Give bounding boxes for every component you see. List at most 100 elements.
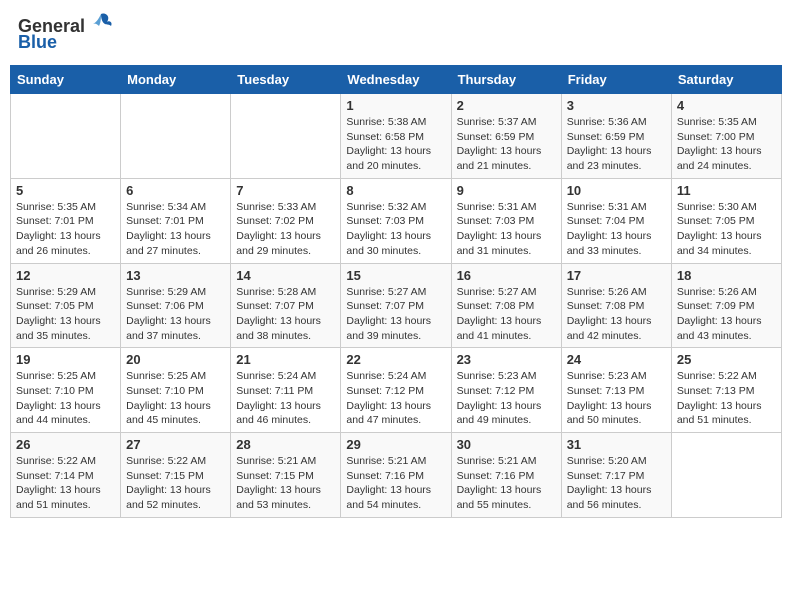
day-info: Sunrise: 5:24 AM Sunset: 7:11 PM Dayligh… (236, 369, 335, 428)
day-info: Sunrise: 5:21 AM Sunset: 7:15 PM Dayligh… (236, 454, 335, 513)
day-info: Sunrise: 5:35 AM Sunset: 7:00 PM Dayligh… (677, 115, 776, 174)
day-number: 21 (236, 352, 335, 367)
day-number: 25 (677, 352, 776, 367)
day-number: 19 (16, 352, 115, 367)
calendar-week-row: 19 Sunrise: 5:25 AM Sunset: 7:10 PM Dayli… (11, 348, 782, 433)
calendar-cell (671, 433, 781, 518)
day-number: 26 (16, 437, 115, 452)
day-info: Sunrise: 5:23 AM Sunset: 7:13 PM Dayligh… (567, 369, 666, 428)
calendar-cell: 29 Sunrise: 5:21 AM Sunset: 7:16 PM Dayli… (341, 433, 451, 518)
day-number: 11 (677, 183, 776, 198)
weekday-header-wednesday: Wednesday (341, 66, 451, 94)
day-info: Sunrise: 5:26 AM Sunset: 7:08 PM Dayligh… (567, 285, 666, 344)
calendar-cell: 18 Sunrise: 5:26 AM Sunset: 7:09 PM Dayli… (671, 263, 781, 348)
day-number: 1 (346, 98, 445, 113)
weekday-header-monday: Monday (121, 66, 231, 94)
calendar-cell: 21 Sunrise: 5:24 AM Sunset: 7:11 PM Dayli… (231, 348, 341, 433)
day-number: 6 (126, 183, 225, 198)
calendar-cell (11, 94, 121, 179)
calendar-cell: 16 Sunrise: 5:27 AM Sunset: 7:08 PM Dayli… (451, 263, 561, 348)
calendar-cell: 2Sunrise: 5:37 AM Sunset: 6:59 PM Daylig… (451, 94, 561, 179)
day-info: Sunrise: 5:36 AM Sunset: 6:59 PM Dayligh… (567, 115, 666, 174)
day-number: 23 (457, 352, 556, 367)
calendar-week-row: 26 Sunrise: 5:22 AM Sunset: 7:14 PM Dayli… (11, 433, 782, 518)
logo: General Blue (18, 14, 115, 53)
day-info: Sunrise: 5:33 AM Sunset: 7:02 PM Dayligh… (236, 200, 335, 259)
day-number: 5 (16, 183, 115, 198)
day-info: Sunrise: 5:27 AM Sunset: 7:08 PM Dayligh… (457, 285, 556, 344)
day-number: 13 (126, 268, 225, 283)
day-number: 20 (126, 352, 225, 367)
day-info: Sunrise: 5:22 AM Sunset: 7:14 PM Dayligh… (16, 454, 115, 513)
day-number: 16 (457, 268, 556, 283)
weekday-header-row: SundayMondayTuesdayWednesdayThursdayFrid… (11, 66, 782, 94)
calendar-cell: 24 Sunrise: 5:23 AM Sunset: 7:13 PM Dayli… (561, 348, 671, 433)
day-number: 14 (236, 268, 335, 283)
page-header: General Blue (10, 10, 782, 57)
calendar-week-row: 1 Sunrise: 5:38 AM Sunset: 6:58 PM Daylig… (11, 94, 782, 179)
day-info: Sunrise: 5:21 AM Sunset: 7:16 PM Dayligh… (346, 454, 445, 513)
day-info: Sunrise: 5:32 AM Sunset: 7:03 PM Dayligh… (346, 200, 445, 259)
day-info: Sunrise: 5:22 AM Sunset: 7:13 PM Dayligh… (677, 369, 776, 428)
day-info: Sunrise: 5:31 AM Sunset: 7:04 PM Dayligh… (567, 200, 666, 259)
day-number: 29 (346, 437, 445, 452)
calendar-cell: 10 Sunrise: 5:31 AM Sunset: 7:04 PM Dayli… (561, 178, 671, 263)
day-info: Sunrise: 5:26 AM Sunset: 7:09 PM Dayligh… (677, 285, 776, 344)
weekday-header-thursday: Thursday (451, 66, 561, 94)
weekday-header-sunday: Sunday (11, 66, 121, 94)
calendar-cell: 23Sunrise: 5:23 AM Sunset: 7:12 PM Dayli… (451, 348, 561, 433)
day-number: 22 (346, 352, 445, 367)
weekday-header-tuesday: Tuesday (231, 66, 341, 94)
day-info: Sunrise: 5:28 AM Sunset: 7:07 PM Dayligh… (236, 285, 335, 344)
day-info: Sunrise: 5:25 AM Sunset: 7:10 PM Dayligh… (16, 369, 115, 428)
calendar-cell: 5 Sunrise: 5:35 AM Sunset: 7:01 PM Daylig… (11, 178, 121, 263)
calendar-cell: 7 Sunrise: 5:33 AM Sunset: 7:02 PM Daylig… (231, 178, 341, 263)
day-number: 15 (346, 268, 445, 283)
calendar-cell: 11 Sunrise: 5:30 AM Sunset: 7:05 PM Dayli… (671, 178, 781, 263)
calendar-cell: 22Sunrise: 5:24 AM Sunset: 7:12 PM Dayli… (341, 348, 451, 433)
logo-bird-icon (87, 10, 115, 38)
day-info: Sunrise: 5:25 AM Sunset: 7:10 PM Dayligh… (126, 369, 225, 428)
calendar-cell: 14 Sunrise: 5:28 AM Sunset: 7:07 PM Dayli… (231, 263, 341, 348)
calendar-week-row: 5 Sunrise: 5:35 AM Sunset: 7:01 PM Daylig… (11, 178, 782, 263)
day-number: 18 (677, 268, 776, 283)
day-number: 30 (457, 437, 556, 452)
day-number: 17 (567, 268, 666, 283)
day-info: Sunrise: 5:34 AM Sunset: 7:01 PM Dayligh… (126, 200, 225, 259)
calendar-week-row: 12Sunrise: 5:29 AM Sunset: 7:05 PM Dayli… (11, 263, 782, 348)
day-info: Sunrise: 5:21 AM Sunset: 7:16 PM Dayligh… (457, 454, 556, 513)
day-number: 28 (236, 437, 335, 452)
day-number: 7 (236, 183, 335, 198)
day-info: Sunrise: 5:27 AM Sunset: 7:07 PM Dayligh… (346, 285, 445, 344)
calendar-cell: 12Sunrise: 5:29 AM Sunset: 7:05 PM Dayli… (11, 263, 121, 348)
calendar-cell: 9Sunrise: 5:31 AM Sunset: 7:03 PM Daylig… (451, 178, 561, 263)
calendar-cell: 1 Sunrise: 5:38 AM Sunset: 6:58 PM Daylig… (341, 94, 451, 179)
calendar-cell: 4 Sunrise: 5:35 AM Sunset: 7:00 PM Daylig… (671, 94, 781, 179)
day-info: Sunrise: 5:29 AM Sunset: 7:05 PM Dayligh… (16, 285, 115, 344)
day-number: 24 (567, 352, 666, 367)
day-info: Sunrise: 5:37 AM Sunset: 6:59 PM Dayligh… (457, 115, 556, 174)
day-info: Sunrise: 5:35 AM Sunset: 7:01 PM Dayligh… (16, 200, 115, 259)
calendar-table: SundayMondayTuesdayWednesdayThursdayFrid… (10, 65, 782, 518)
day-info: Sunrise: 5:30 AM Sunset: 7:05 PM Dayligh… (677, 200, 776, 259)
logo-blue: Blue (18, 32, 57, 53)
day-info: Sunrise: 5:38 AM Sunset: 6:58 PM Dayligh… (346, 115, 445, 174)
calendar-cell: 15 Sunrise: 5:27 AM Sunset: 7:07 PM Dayli… (341, 263, 451, 348)
calendar-cell (121, 94, 231, 179)
day-info: Sunrise: 5:20 AM Sunset: 7:17 PM Dayligh… (567, 454, 666, 513)
day-number: 8 (346, 183, 445, 198)
calendar-cell: 17 Sunrise: 5:26 AM Sunset: 7:08 PM Dayli… (561, 263, 671, 348)
day-number: 4 (677, 98, 776, 113)
day-info: Sunrise: 5:31 AM Sunset: 7:03 PM Dayligh… (457, 200, 556, 259)
weekday-header-friday: Friday (561, 66, 671, 94)
day-number: 27 (126, 437, 225, 452)
calendar-cell: 19 Sunrise: 5:25 AM Sunset: 7:10 PM Dayli… (11, 348, 121, 433)
calendar-cell: 20 Sunrise: 5:25 AM Sunset: 7:10 PM Dayli… (121, 348, 231, 433)
day-info: Sunrise: 5:22 AM Sunset: 7:15 PM Dayligh… (126, 454, 225, 513)
calendar-cell: 8 Sunrise: 5:32 AM Sunset: 7:03 PM Daylig… (341, 178, 451, 263)
calendar-cell: 3Sunrise: 5:36 AM Sunset: 6:59 PM Daylig… (561, 94, 671, 179)
calendar-cell: 31Sunrise: 5:20 AM Sunset: 7:17 PM Dayli… (561, 433, 671, 518)
day-number: 10 (567, 183, 666, 198)
calendar-cell: 13Sunrise: 5:29 AM Sunset: 7:06 PM Dayli… (121, 263, 231, 348)
calendar-cell (231, 94, 341, 179)
